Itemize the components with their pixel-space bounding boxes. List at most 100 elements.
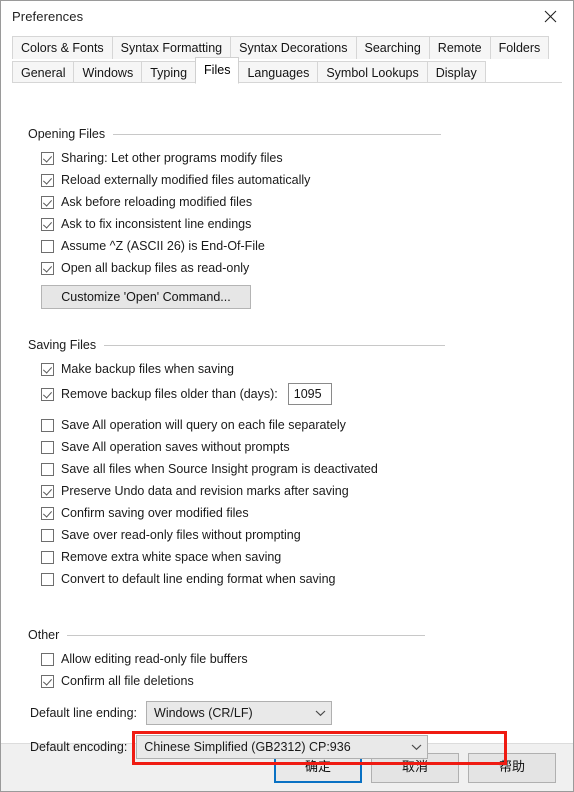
checkbox-row-save-over-readonly[interactable]: Save over read-only files without prompt… [28, 524, 428, 546]
default-line-ending-value: Windows (CR/LF) [154, 706, 253, 720]
checkbox-save-over-readonly[interactable] [41, 528, 54, 542]
checkbox-row-confirm-file-deletions[interactable]: Confirm all file deletions [28, 670, 428, 692]
saving-files-checkbox-list: Make backup files when saving Remove bac… [28, 358, 428, 590]
checkbox-row-convert-line-ending[interactable]: Convert to default line ending format wh… [28, 568, 428, 590]
checkbox-sharing[interactable] [41, 151, 54, 165]
tab-general[interactable]: General [12, 61, 75, 84]
checkbox-save-over-readonly-label: Save over read-only files without prompt… [61, 528, 301, 542]
customize-open-command-button[interactable]: Customize 'Open' Command... [41, 285, 251, 309]
checkbox-row-sharing[interactable]: Sharing: Let other programs modify files [28, 147, 428, 169]
checkbox-preserve-undo[interactable] [41, 484, 54, 498]
default-line-ending-label: Default line ending: [30, 706, 138, 720]
checkbox-row-confirm-saving-modified[interactable]: Confirm saving over modified files [28, 502, 428, 524]
group-other-title: Other [28, 628, 60, 642]
checkbox-remove-white-space-label: Remove extra white space when saving [61, 550, 282, 564]
checkbox-row-reload-externally-modified[interactable]: Reload externally modified files automat… [28, 169, 428, 191]
checkbox-remove-white-space[interactable] [41, 550, 54, 564]
chevron-down-icon [309, 709, 331, 717]
tab-symbol-lookups[interactable]: Symbol Lookups [317, 61, 428, 84]
checkbox-row-remove-white-space[interactable]: Remove extra white space when saving [28, 546, 428, 568]
group-opening-files-rule [113, 133, 442, 135]
checkbox-assume-ctrlz-eof[interactable] [41, 239, 54, 253]
group-saving-files: Saving Files Make backup files when savi… [28, 338, 446, 590]
checkbox-row-allow-editing-readonly[interactable]: Allow editing read-only file buffers [28, 648, 428, 670]
checkbox-convert-line-ending[interactable] [41, 572, 54, 586]
tab-row-top: Colors & Fonts Syntax Formatting Syntax … [12, 34, 573, 59]
chevron-down-icon [405, 743, 427, 751]
checkbox-row-make-backup[interactable]: Make backup files when saving [28, 358, 428, 380]
tab-colors-and-fonts[interactable]: Colors & Fonts [12, 36, 113, 59]
checkbox-row-preserve-undo[interactable]: Preserve Undo data and revision marks af… [28, 480, 428, 502]
checkbox-save-all-query[interactable] [41, 418, 54, 432]
help-button[interactable]: 帮助 [468, 752, 556, 783]
group-other-header: Other [28, 628, 428, 642]
checkbox-row-ask-before-reloading[interactable]: Ask before reloading modified files [28, 191, 428, 213]
checkbox-ask-before-reloading[interactable] [41, 195, 54, 209]
checkbox-allow-editing-readonly-label: Allow editing read-only file buffers [61, 652, 248, 666]
checkbox-row-ask-fix-line-endings[interactable]: Ask to fix inconsistent line endings [28, 213, 428, 235]
group-saving-files-title: Saving Files [28, 338, 97, 352]
checkbox-sharing-label: Sharing: Let other programs modify files [61, 151, 283, 165]
checkbox-save-all-no-prompts-label: Save All operation saves without prompts [61, 440, 290, 454]
tab-row-bottom: General Windows Typing Files Languages S… [12, 57, 573, 84]
group-opening-files-header: Opening Files [28, 127, 442, 141]
tab-typing[interactable]: Typing [141, 61, 197, 84]
checkbox-ask-fix-line-endings-label: Ask to fix inconsistent line endings [61, 217, 252, 231]
checkbox-confirm-saving-modified[interactable] [41, 506, 54, 520]
checkbox-row-save-on-deactivate[interactable]: Save all files when Source Insight progr… [28, 458, 428, 480]
group-saving-files-header: Saving Files [28, 338, 446, 352]
default-line-ending-row: Default line ending: Windows (CR/LF) [30, 701, 428, 725]
checkbox-row-assume-ctrlz-eof[interactable]: Assume ^Z (ASCII 26) is End-Of-File [28, 235, 428, 257]
tab-searching[interactable]: Searching [355, 36, 430, 59]
checkbox-make-backup[interactable] [41, 362, 54, 376]
checkbox-save-on-deactivate-label: Save all files when Source Insight progr… [61, 462, 378, 476]
checkbox-confirm-file-deletions[interactable] [41, 674, 54, 688]
window-title: Preferences [12, 9, 84, 24]
opening-files-checkbox-list: Sharing: Let other programs modify files… [28, 147, 428, 279]
tab-strip: Colors & Fonts Syntax Formatting Syntax … [1, 32, 573, 84]
tab-remote[interactable]: Remote [428, 36, 491, 59]
default-line-ending-select[interactable]: Windows (CR/LF) [146, 701, 333, 725]
title-bar: Preferences [1, 1, 573, 32]
checkbox-ask-before-reloading-label: Ask before reloading modified files [61, 195, 253, 209]
checkbox-remove-backup-older[interactable] [41, 387, 54, 401]
tab-folders[interactable]: Folders [489, 36, 550, 59]
checkbox-save-all-query-label: Save All operation will query on each fi… [61, 418, 346, 432]
checkbox-row-open-backup-readonly[interactable]: Open all backup files as read-only [28, 257, 428, 279]
checkbox-assume-ctrlz-eof-label: Assume ^Z (ASCII 26) is End-Of-File [61, 239, 265, 253]
files-panel: Opening Files Sharing: Let other program… [1, 83, 573, 765]
checkbox-convert-line-ending-label: Convert to default line ending format wh… [61, 572, 336, 586]
tab-languages[interactable]: Languages [238, 61, 319, 84]
backup-days-input[interactable]: 1095 [287, 383, 332, 405]
checkbox-reload-externally-modified-label: Reload externally modified files automat… [61, 173, 311, 187]
close-icon[interactable] [528, 1, 573, 31]
checkbox-save-on-deactivate[interactable] [41, 462, 54, 476]
default-encoding-select[interactable]: Chinese Simplified (GB2312) CP:936 [136, 735, 428, 759]
preferences-dialog: Preferences Colors & Fonts Syntax Format… [0, 0, 574, 792]
checkbox-row-remove-backup-older[interactable]: Remove backup files older than (days): 1… [28, 380, 428, 408]
checkbox-make-backup-label: Make backup files when saving [61, 362, 235, 376]
checkbox-open-backup-readonly[interactable] [41, 261, 54, 275]
group-saving-files-rule [104, 344, 446, 346]
checkbox-row-save-all-no-prompts[interactable]: Save All operation saves without prompts [28, 436, 428, 458]
checkbox-allow-editing-readonly[interactable] [41, 652, 54, 666]
checkbox-confirm-file-deletions-label: Confirm all file deletions [61, 674, 194, 688]
group-opening-files: Opening Files Sharing: Let other program… [28, 127, 442, 309]
tab-windows[interactable]: Windows [73, 61, 143, 84]
checkbox-confirm-saving-modified-label: Confirm saving over modified files [61, 506, 249, 520]
checkbox-save-all-no-prompts[interactable] [41, 440, 54, 454]
checkbox-preserve-undo-label: Preserve Undo data and revision marks af… [61, 484, 349, 498]
default-encoding-label: Default encoding: [30, 740, 128, 754]
tab-syntax-formatting[interactable]: Syntax Formatting [111, 36, 232, 59]
tab-files[interactable]: Files [195, 57, 240, 84]
checkbox-remove-backup-older-label: Remove backup files older than (days): [61, 387, 278, 401]
tab-syntax-decorations[interactable]: Syntax Decorations [230, 36, 357, 59]
group-other: Other Allow editing read-only file buffe… [28, 628, 428, 759]
checkbox-ask-fix-line-endings[interactable] [41, 217, 54, 231]
group-opening-files-title: Opening Files [28, 127, 106, 141]
tab-display[interactable]: Display [426, 61, 486, 84]
checkbox-reload-externally-modified[interactable] [41, 173, 54, 187]
checkbox-row-save-all-query[interactable]: Save All operation will query on each fi… [28, 414, 428, 436]
group-other-rule [67, 634, 426, 636]
default-encoding-value: Chinese Simplified (GB2312) CP:936 [144, 740, 351, 754]
